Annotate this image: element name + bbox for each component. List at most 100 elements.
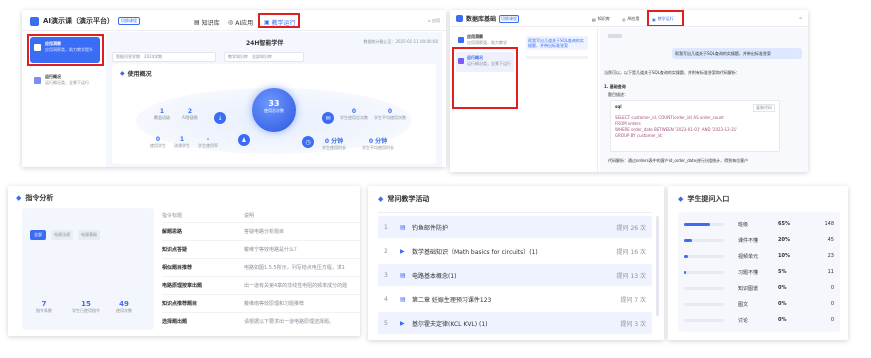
chart-icon — [34, 43, 41, 51]
table-row[interactable]: 选择题出题 请根据以下要求出一道电路原理选择题。 — [162, 312, 360, 330]
table-row[interactable]: 知识点推荐题目 戴维南等效原理和习题推荐 — [162, 294, 360, 312]
filter-bar: 智能问答学期 2024学期 教学知识库 全部知识库 — [112, 52, 304, 62]
entry-share-bar — [684, 302, 724, 306]
table-row[interactable]: 知识点答疑 戴维宁等效电路是什么? — [162, 240, 360, 258]
database-course-panel: 数据库基础 切换课程 ▤ 知识库 ◎ AI应用 ▣ 教学运行 ⌂ 应用洞察 应用… — [450, 10, 808, 172]
stat-covered-classes: 1 覆盖班级 — [154, 108, 170, 120]
entry-count: 11 — [827, 269, 834, 275]
semester-select[interactable]: 智能问答学期 2024学期 — [112, 52, 216, 62]
instruction-analysis-header: ◆ 指令分析 — [16, 194, 54, 202]
activity-row[interactable]: 1 ▤ 钓鱼邮件防护 提问 26 次 — [378, 216, 652, 238]
stat-student-total-uses: 0 学生使用总次数 — [340, 108, 368, 120]
header-divider-2 — [450, 26, 808, 27]
activity-rank: 1 — [384, 223, 388, 231]
chat-list-item-active[interactable]: 帮我写出几道关于SQL查询的实操题，并带出标准答案 — [526, 36, 588, 50]
page-title: 24H智能学伴 — [246, 40, 284, 47]
top-nav-tab-ai-2[interactable]: ◎ AI应用 — [622, 16, 639, 22]
sidebar-item-app-insight-2[interactable]: 应用洞察 应用洞察类，助力教学 — [456, 32, 514, 48]
activity-row[interactable]: 3 ▤ 电路基本概念(1) 提问 13 次 — [378, 264, 652, 286]
top-nav-tab-ai[interactable]: ◎ AI应用 — [228, 18, 253, 27]
activity-question-count: 提问 26 次 — [616, 224, 646, 232]
code-content: SELECT customer_id, COUNT(order_id) AS o… — [615, 115, 738, 138]
instruction-analysis-panel: ◆ 指令分析 全部 电源法规 电源基础 7 指令条数 15 学生已使用指令 49… — [8, 186, 360, 336]
robot-icon: ◎ — [622, 16, 626, 22]
overview-icon — [458, 58, 464, 64]
entry-percent: 5% — [778, 269, 787, 275]
question-entry-row: 课件不懂 20% 45 — [678, 232, 840, 248]
instruction-table: 指令标题 说明 解题思路 答疑电路分析题目 知识点答疑 戴维宁等效电路是什么? 相似题目… — [162, 208, 360, 330]
app-icon: ⌂ — [428, 18, 431, 23]
stat-instruction-count: 7 指令条数 — [36, 300, 52, 313]
activity-name: 电路基本概念(1) — [412, 272, 457, 280]
play-icon: ▶ — [400, 247, 405, 255]
activity-row[interactable]: 4 ▤ 第二章 妊娠生理预习课件123 提问 7 次 — [378, 288, 652, 310]
chat-list-item-placeholder[interactable] — [526, 56, 588, 59]
total-usage-circle: 33 使用总次数 — [252, 88, 296, 132]
entry-name: 知识图谱 — [738, 285, 759, 292]
entry-share-bar-fill — [684, 270, 686, 274]
instruction-title: 知识点答疑 — [162, 247, 188, 253]
table-row[interactable]: 解题思路 答疑电路分析题目 — [162, 222, 360, 240]
app-menu-2[interactable]: ⌂ — [799, 15, 802, 20]
clock-icon: ◷ — [302, 136, 314, 148]
activities-scrollbar[interactable] — [656, 216, 659, 316]
chart-icon — [458, 37, 464, 43]
stat-student-avg-uses: 0 学生平均使用次数 — [374, 108, 406, 120]
sidebar-item-run-overview[interactable]: 运行概况 运行概况类，全景下运行 — [30, 70, 100, 94]
tab-all[interactable]: 全部 — [30, 230, 46, 240]
instruction-desc: 答疑电路分析题目 — [244, 229, 285, 235]
frequent-activities-panel: ◆ 常问教学活动 1 ▤ 钓鱼邮件防护 提问 26 次 2 ▶ 数学基础知识（Math ba… — [368, 186, 664, 340]
diamond-icon: ◆ — [678, 195, 684, 203]
switch-course-badge-2[interactable]: 切换课程 — [499, 14, 520, 23]
stat-usage-rate: - 学生使用率 — [198, 136, 218, 148]
question-1-subtitle: 题目描述： — [608, 92, 628, 97]
stat-ai-answers: 2 AI答疑数 — [182, 108, 198, 120]
sidebar-item-run-overview-2[interactable]: 运行概况 运行概况类，全景下运行 — [456, 52, 514, 72]
header-divider — [22, 30, 446, 31]
instruction-desc: 请根据以下要求出一道电路原理选择题。 — [244, 319, 335, 325]
knowledge-base-select[interactable]: 教学知识库 全部知识库 — [224, 52, 304, 62]
activity-row[interactable]: 2 ▶ 数学基础知识（Math basics for circuits）(1) 提问 … — [378, 240, 652, 262]
student-question-entry-header: ◆ 学生提问入口 — [678, 195, 730, 203]
activity-question-count: 提问 16 次 — [616, 248, 646, 256]
entry-share-bar-fill — [684, 222, 710, 226]
entry-percent: 10% — [778, 253, 790, 259]
main-content: 24H智能学伴 数据统计截止至：2025-01-11 00:00:00 智能问答… — [106, 32, 442, 167]
entry-share-bar — [684, 254, 724, 258]
bot-intro-text: 当然可以，以下是几道关于SQL查询的实操题，并附有标准答案和代码解析： — [604, 70, 740, 75]
app-menu[interactable]: ⌂ 应用 — [428, 18, 440, 24]
frequent-activities-header: ◆ 常问教学活动 — [378, 195, 430, 203]
code-lang-label: sql — [615, 104, 622, 109]
sidebar-item-app-insight[interactable]: 应用洞察 应用洞察类，助力教学提升 — [30, 37, 100, 63]
instruction-tabs: 全部 电源法规 电源基础 — [30, 230, 100, 240]
code-analysis-text: 代码解析：通过orders表中的客户id_order_date进行分组统计，得到… — [608, 158, 749, 163]
activity-question-count: 提问 7 次 — [620, 296, 646, 304]
activity-row[interactable]: 5 ▶ 基尔霍夫定律(KCL KVL) (1) 提问 3 次 — [378, 312, 652, 334]
activity-rank: 5 — [384, 319, 388, 327]
entry-count: 148 — [824, 221, 834, 227]
download-icon: ↓ — [214, 112, 226, 124]
stat-using-students: 0 使用学生 — [150, 136, 166, 148]
table-row[interactable]: 相似题目推荐 电路如图1.5.5所示，列写结点电压方程，求1 — [162, 258, 360, 276]
tab-power-basics[interactable]: 电源基础 — [78, 230, 100, 240]
data-cutoff-time: 数据统计截止至：2025-01-11 00:00:00 — [363, 39, 438, 44]
tab-power-regs[interactable]: 电源法规 — [51, 230, 73, 240]
diamond-icon: ◆ — [120, 70, 125, 77]
doc-icon: ▤ — [400, 271, 406, 279]
top-nav-tab-teaching-run-2[interactable]: ▣ 教学运行 — [652, 16, 674, 22]
top-nav-tab-kb[interactable]: ▤ 知识库 — [194, 18, 220, 27]
book-icon: ▤ — [194, 19, 200, 26]
entry-share-bar — [684, 222, 724, 226]
table-body: 解题思路 答疑电路分析题目 知识点答疑 戴维宁等效电路是什么? 相似题目推荐 电路如图1.… — [162, 222, 360, 330]
stat-enrolled-students: 1 选课学生 — [174, 136, 190, 148]
copy-code-button[interactable]: 复制代码 — [753, 104, 775, 112]
usage-overview-card: ◆ 使用概况 33 使用总次数 1 覆盖班级 2 AI答疑数 ↓ 0 使用学生 … — [112, 64, 436, 164]
top-nav-tab-teaching-run[interactable]: ▣ 教学运行 — [264, 18, 296, 27]
top-nav-tab-kb-2[interactable]: ▤ 知识库 — [592, 16, 610, 22]
switch-course-badge[interactable]: 切换课程 — [118, 17, 141, 25]
table-row[interactable]: 电路原理按章出题 出一道有关第4章的非线性电阻的频率成分的题 — [162, 276, 360, 294]
app-logo-icon — [30, 16, 39, 26]
entry-count: 0 — [830, 285, 834, 291]
chat-user-avatar — [608, 34, 622, 38]
question-entry-row: 班级 65% 148 — [678, 216, 840, 232]
